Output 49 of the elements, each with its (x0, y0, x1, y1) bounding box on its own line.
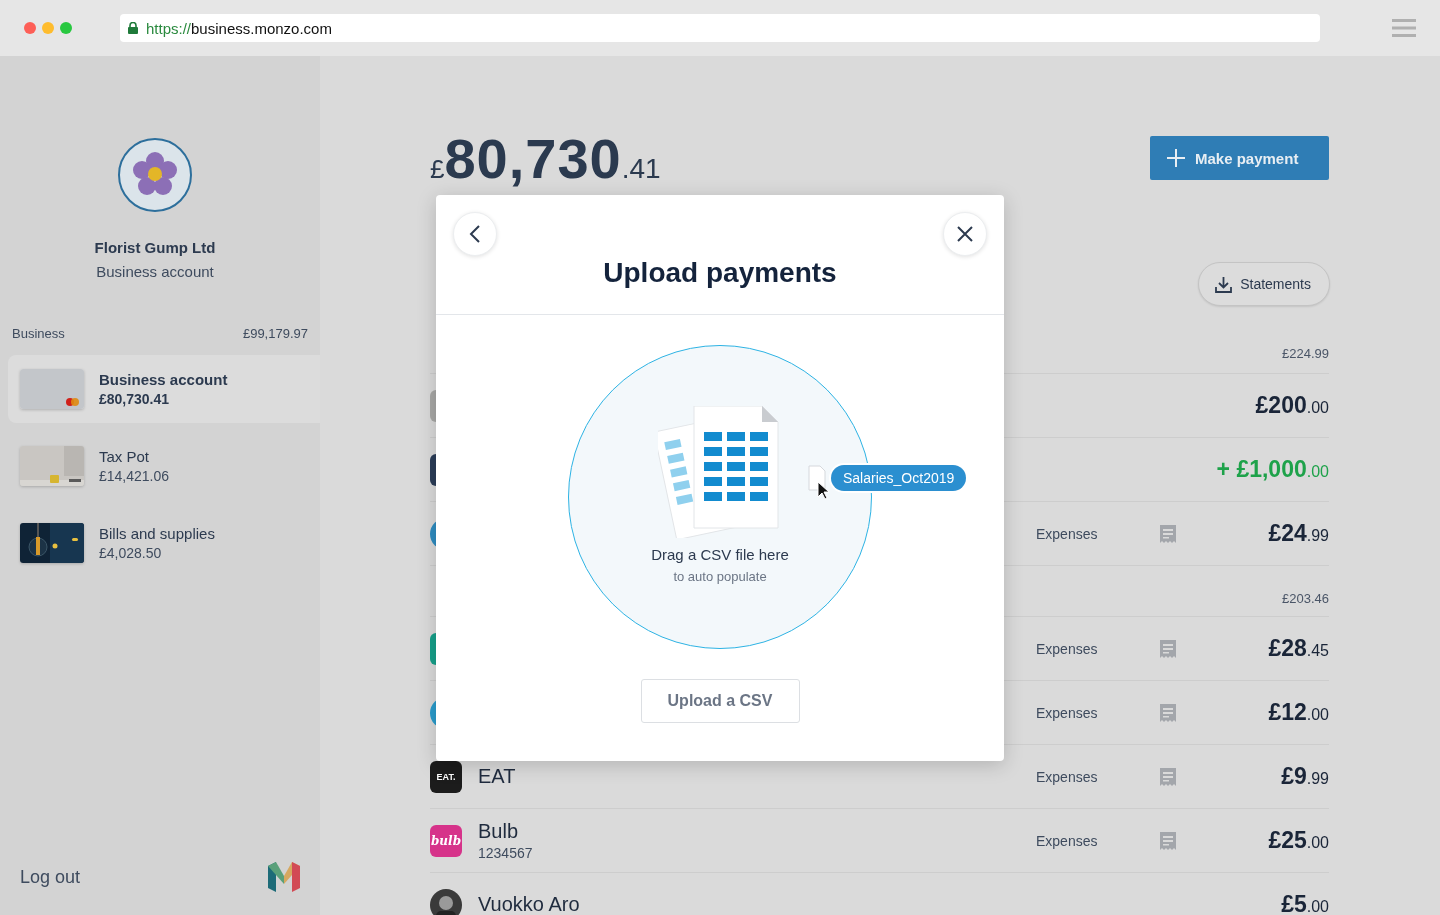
logout-link[interactable]: Log out (20, 866, 81, 888)
drop-title: Drag a CSV file here (651, 546, 789, 563)
lock-icon (128, 22, 138, 34)
category-label: Expenses (1036, 768, 1099, 785)
transaction-amount: £24.99 (1268, 520, 1329, 547)
drop-subtitle: to auto populate (673, 569, 767, 584)
category-label: Expenses (1036, 525, 1099, 542)
transaction-amount: £25.00 (1268, 827, 1329, 854)
back-button[interactable] (453, 212, 497, 256)
account-item[interactable]: Tax Pot £14,421.06 (8, 432, 320, 500)
plus-icon (1167, 149, 1185, 167)
business-name: Florist Gump Ltd (94, 239, 216, 256)
account-balance: £80,730.41 (430, 125, 661, 191)
category-label: Expenses (1036, 704, 1099, 721)
close-button[interactable] (943, 212, 987, 256)
merchant-name: Vuokko Aro (478, 893, 581, 915)
flower-icon (117, 137, 193, 213)
transaction-amount: £5.00 (1281, 891, 1329, 915)
dragged-file-chip: Salaries_Oct2019 (831, 465, 967, 491)
cursor-icon (817, 481, 829, 500)
transaction-amount: £12.00 (1268, 699, 1329, 726)
modal-title: Upload payments (603, 257, 837, 289)
group-total: £99,179.97 (242, 326, 308, 341)
merchant-logo: EAT. (430, 760, 462, 793)
card-drawing (20, 369, 84, 409)
transaction-amount: £28.45 (1268, 635, 1329, 662)
payment-reference: 1234567 (478, 845, 534, 861)
account-item[interactable]: Bills and supplies £4,028.50 (8, 509, 320, 577)
transaction-amount: £200.00 (1255, 392, 1329, 419)
day-total: £203.46 (1282, 591, 1329, 606)
merchant-logo: bulb (430, 824, 462, 857)
category-label: Expenses (1036, 832, 1099, 849)
make-payment-button[interactable]: Make payment (1150, 136, 1329, 180)
account-item[interactable]: Business account £80,730.41 (8, 355, 320, 423)
logo-icon (268, 862, 300, 892)
address-bar[interactable]: https://business.monzo.com (120, 14, 1320, 42)
download-icon (1215, 275, 1233, 293)
merchant-name: Bulb (478, 820, 520, 843)
transaction-amount: + £1,000.00 (1216, 456, 1329, 483)
close-icon (957, 226, 973, 242)
statements-button[interactable]: Statements (1198, 262, 1330, 306)
account-type: Business account (96, 263, 214, 280)
merchant-name: EAT (478, 765, 517, 788)
day-total: £224.99 (1282, 346, 1329, 361)
transaction-amount: £9.99 (1281, 763, 1329, 790)
group-label: Business (12, 326, 65, 341)
category-label: Expenses (1036, 640, 1099, 657)
upload-csv-button[interactable]: Upload a CSV (640, 679, 800, 723)
chevron-left-icon (469, 224, 481, 244)
